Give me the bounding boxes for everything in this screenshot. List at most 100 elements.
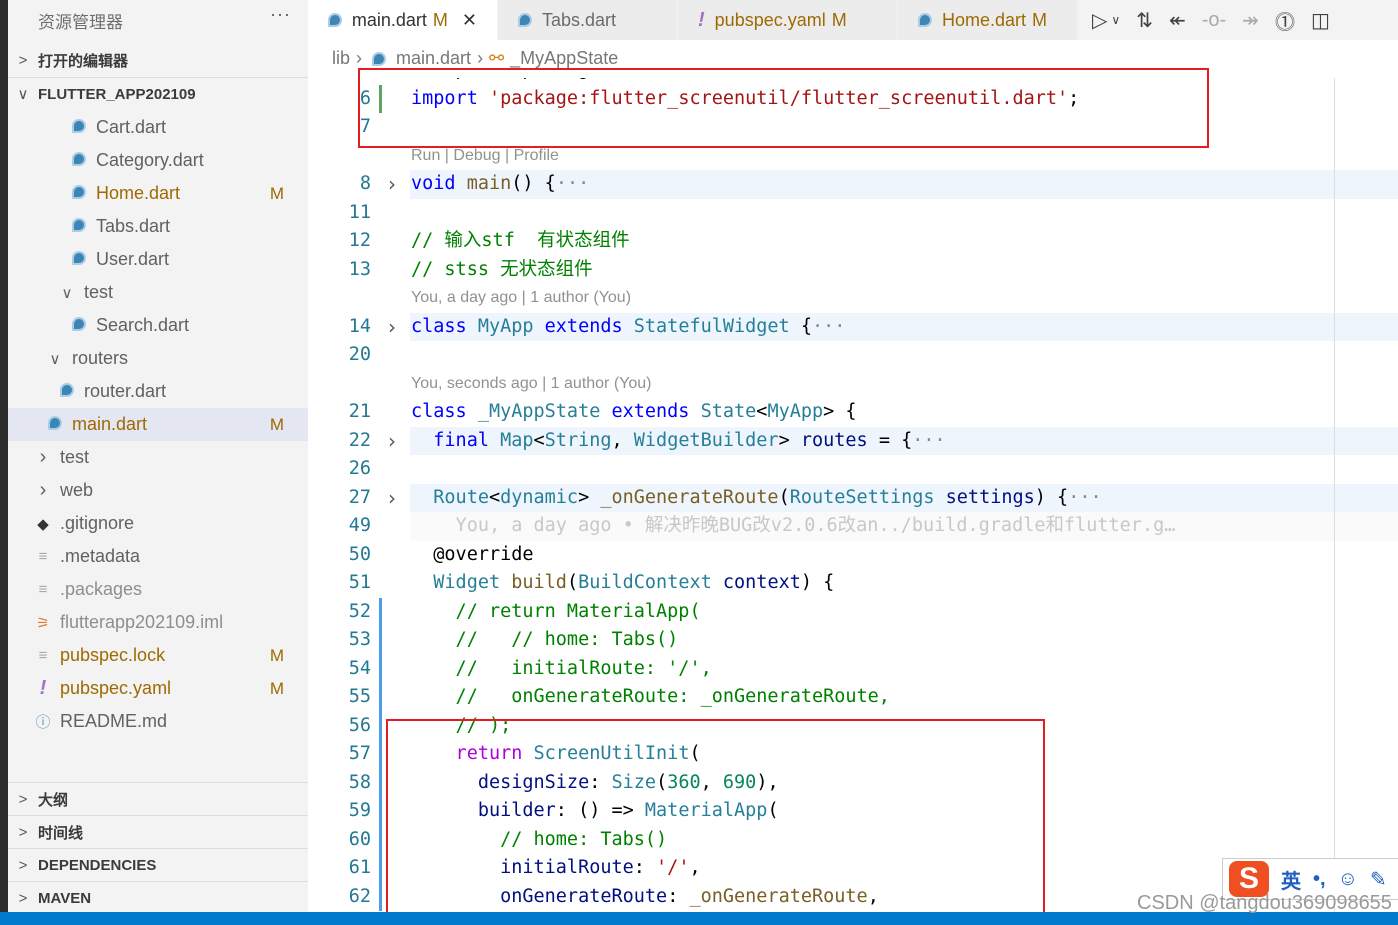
icon-wrap: › xyxy=(32,479,54,502)
code-token: MyApp xyxy=(767,401,824,422)
open-editors-section[interactable]: > 打开的编辑器 xyxy=(8,44,308,77)
gutter-change-indicator xyxy=(379,854,382,883)
tree-item[interactable]: › web xyxy=(8,474,308,507)
code-line: 55 // onGenerateRoute: _onGenerateRoute, xyxy=(308,683,1398,712)
tree-item[interactable]: › test xyxy=(8,441,308,474)
tab-Home-dart[interactable]: Home.dart M xyxy=(898,0,1078,40)
fold-chevron-icon[interactable]: › xyxy=(388,313,396,342)
tree-item[interactable]: ⓘ README.md xyxy=(8,705,308,738)
chevron-right-icon: > xyxy=(18,889,28,907)
code-token: ) { xyxy=(1034,486,1069,508)
breadcrumb-item[interactable]: _MyAppState xyxy=(510,48,618,69)
tree-item[interactable]: ! pubspec.yaml M xyxy=(8,672,308,705)
icon-wrap xyxy=(68,250,90,269)
tree-item[interactable]: ◆ .gitignore xyxy=(8,507,308,540)
modified-badge: M xyxy=(831,9,847,30)
tree-item[interactable]: ∨ test xyxy=(8,276,308,309)
code-token: ··· xyxy=(1068,486,1102,508)
tab-Tabs-dart[interactable]: Tabs.dart xyxy=(498,0,678,40)
icon-wrap xyxy=(68,184,90,203)
tree-item[interactable]: ≡ pubspec.lock M xyxy=(8,639,308,672)
tree-item[interactable]: Cart.dart xyxy=(8,111,308,144)
tree-item[interactable]: ∨ routers xyxy=(8,342,308,375)
compare-changes-icon[interactable]: ⇅ xyxy=(1136,8,1153,33)
emoji-icon[interactable]: ☺ xyxy=(1338,868,1358,891)
panel-section[interactable]: > 时间线 xyxy=(8,815,308,848)
code-token: , xyxy=(611,429,634,451)
icon-wrap: ∨ xyxy=(56,284,78,302)
minimap-border xyxy=(1334,78,1335,912)
fold-chevron-icon[interactable]: › xyxy=(388,427,396,456)
code-text: // 输入stf 有状态组件 xyxy=(410,227,1398,256)
code-token: ··· xyxy=(555,173,590,194)
tree-item[interactable]: Category.dart xyxy=(8,144,308,177)
tree-item-label: pubspec.lock xyxy=(60,645,166,665)
tab-pubspec-yaml[interactable]: ! pubspec.yaml M xyxy=(678,0,898,40)
code-text: void main() {··· xyxy=(410,170,1398,199)
previous-change-icon[interactable]: ↞ xyxy=(1169,8,1186,33)
tab-main-dart[interactable]: main.dart M ✕ xyxy=(308,0,498,40)
code-token: > { xyxy=(823,401,857,422)
rss-icon: ⚞ xyxy=(36,614,50,632)
chevron-right-icon: › xyxy=(477,48,484,68)
tree-item[interactable]: ⚞ flutterapp202109.iml xyxy=(8,606,308,639)
run-icon[interactable]: ▷ xyxy=(1092,8,1107,33)
tree-item[interactable]: Home.dart M xyxy=(8,177,308,210)
code-line: 11 xyxy=(308,199,1398,228)
tree-item[interactable]: ≡ .packages xyxy=(8,573,308,606)
code-line: 14 › class MyApp extends StatefulWidget {·… xyxy=(308,312,1398,342)
tree-item[interactable]: router.dart xyxy=(8,375,308,408)
code-line: 21 class _MyAppState extends State<MyApp>… xyxy=(308,398,1398,427)
panel-section[interactable]: > 大纲 xyxy=(8,782,308,815)
tree-item-label: Search.dart xyxy=(96,315,190,335)
line-number: 62 xyxy=(348,885,371,907)
code-lens: You, seconds ago | 1 author (You) xyxy=(308,370,1398,399)
tree-item-label: User.dart xyxy=(96,249,170,269)
pen-icon[interactable]: ✎ xyxy=(1370,867,1387,892)
tree-item-label: router.dart xyxy=(84,381,167,401)
panel-section[interactable]: > MAVEN xyxy=(8,881,308,914)
more-actions-icon[interactable]: ··· xyxy=(270,4,291,25)
line-number: 21 xyxy=(348,401,371,422)
ime-punctuation-toggle[interactable]: •, xyxy=(1313,868,1326,891)
code-line: 12 // 输入stf 有状态组件 xyxy=(308,227,1398,256)
breadcrumb-item[interactable]: lib xyxy=(332,48,350,69)
code-line: 27 › Route<dynamic> _onGenerateRoute(Rout… xyxy=(308,483,1398,513)
section-label: 时间线 xyxy=(38,824,84,842)
line-number: 50 xyxy=(348,543,371,565)
tree-item[interactable]: ≡ .metadata xyxy=(8,540,308,573)
project-section[interactable]: ∨ FLUTTER_APP202109 xyxy=(8,77,308,110)
split-editor-icon[interactable]: ◫ xyxy=(1311,8,1330,33)
tree-item[interactable]: Search.dart xyxy=(8,309,308,342)
code-token: Route xyxy=(411,486,489,508)
tree-item-label: .gitignore xyxy=(60,513,135,533)
breadcrumb-item[interactable]: main.dart xyxy=(396,48,471,69)
code-token: ··· xyxy=(811,315,846,337)
chevron-right-icon: > xyxy=(18,823,28,841)
dart-icon xyxy=(72,184,86,199)
code-lens-text[interactable]: You, seconds ago | 1 author (You) xyxy=(410,370,1398,399)
chevron-down-icon: ∨ xyxy=(17,86,29,103)
fold-chevron-icon[interactable]: › xyxy=(388,170,396,199)
tree-item[interactable]: main.dart M xyxy=(8,408,308,441)
code-token: main xyxy=(466,173,512,194)
ime-language-toggle[interactable]: 英 xyxy=(1281,865,1301,894)
tree-item[interactable]: User.dart xyxy=(8,243,308,276)
panel-section[interactable]: > DEPENDENCIES xyxy=(8,848,308,881)
chevron-down-icon[interactable]: ∨ xyxy=(1111,13,1120,27)
gutter-change-indicator xyxy=(379,711,382,740)
tree-item[interactable]: Tabs.dart xyxy=(8,210,308,243)
commit-icon[interactable]: -o- xyxy=(1202,9,1226,32)
close-icon[interactable]: ✕ xyxy=(462,10,477,31)
code-text: class MyApp extends StatefulWidget {··· xyxy=(410,312,1398,341)
next-change-icon[interactable]: ↠ xyxy=(1242,8,1259,33)
code-token: String xyxy=(544,429,612,451)
git-graph-icon[interactable]: ⓵ xyxy=(1275,6,1295,35)
fold-chevron-icon[interactable]: › xyxy=(388,484,396,513)
code-text: Widget build(BuildContext context) { xyxy=(410,569,1398,598)
line-number: 20 xyxy=(348,344,371,365)
code-lens-text[interactable]: You, a day ago | 1 author (You) xyxy=(410,284,1398,313)
watermark: CSDN @tangdou369098655 xyxy=(1137,892,1392,914)
code-token: dynamic xyxy=(500,486,579,508)
dart-icon xyxy=(372,51,387,66)
